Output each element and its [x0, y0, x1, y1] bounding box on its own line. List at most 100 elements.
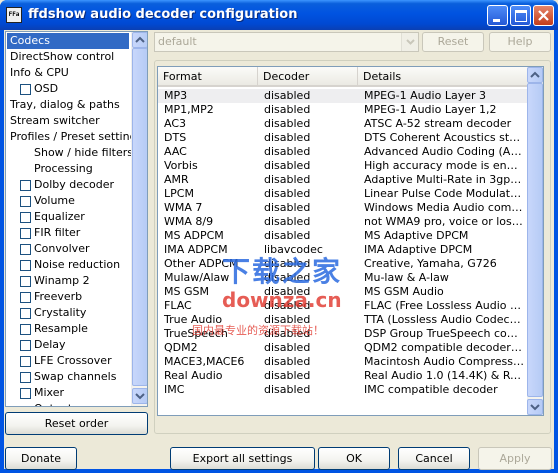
tree-item[interactable]: Stream switcher [10, 113, 100, 129]
preset-dropdown-button[interactable] [401, 33, 418, 51]
table-row[interactable]: Mulaw/Alaw disabled Mu-law & A-law [158, 271, 527, 285]
tree-checkbox[interactable] [20, 244, 31, 255]
codecs-list[interactable]: Format Decoder Details MP3 disabled MPEG-1… [157, 66, 528, 416]
tree-item[interactable]: FIR filter [34, 225, 80, 241]
tree-item[interactable]: Crystality [34, 305, 86, 321]
tree-checkbox[interactable] [20, 212, 31, 223]
tree-item[interactable]: Swap channels [34, 369, 116, 385]
row-decoder-cell: disabled [264, 215, 311, 228]
reset-order-button[interactable]: Reset order [5, 412, 148, 435]
tree-item[interactable]: Noise reduction [34, 257, 120, 273]
tree-checkbox[interactable] [20, 260, 31, 271]
title-bar[interactable]: FFa ffdshow audio decoder configuration [0, 0, 558, 30]
table-row[interactable]: AAC disabled Advanced Audio Coding (AAC) [158, 145, 527, 159]
table-row[interactable]: MS GSM disabled MS GSM Audio [158, 285, 527, 299]
codecs-scrollbar[interactable] [527, 66, 544, 416]
export-settings-button[interactable]: Export all settings [170, 447, 315, 470]
tree-checkbox[interactable] [20, 196, 31, 207]
table-row[interactable]: Real Audio disabled Real Audio 1.0 (14.4K)… [158, 369, 527, 383]
row-details-cell: MPEG-1 Audio Layer 3 [364, 89, 486, 102]
tree-checkbox[interactable] [20, 276, 31, 287]
window-title: ffdshow audio decoder configuration [28, 7, 298, 22]
settings-tree[interactable]: Codecs DirectShow control Info & CPU OSD Tra… [5, 31, 148, 407]
table-row[interactable]: IMA ADPCM libavcodec IMA Adaptive DPCM [158, 243, 527, 257]
cancel-button[interactable]: Cancel [398, 447, 470, 470]
maximize-button[interactable] [510, 5, 531, 26]
table-row[interactable]: MP1,MP2 disabled MPEG-1 Audio Layer 1,2 [158, 103, 527, 117]
tree-scroll-down-button[interactable] [132, 388, 147, 404]
tree-scrollbar[interactable] [131, 32, 147, 406]
table-row[interactable]: Other ADPCM disabled Creative, Yamaha, G72… [158, 257, 527, 271]
codecs-scroll-down-button[interactable] [527, 399, 543, 415]
table-row[interactable]: IMC disabled IMC compatible decoder [158, 383, 527, 397]
tree-item[interactable]: Winamp 2 [34, 273, 90, 289]
table-row[interactable]: WMA 7 disabled Windows Media Audio compati… [158, 201, 527, 215]
row-format-cell: MS ADPCM [164, 229, 224, 242]
tree-item[interactable]: Freeverb [34, 289, 82, 305]
ok-button[interactable]: OK [318, 447, 390, 470]
tree-item[interactable]: OSD [34, 81, 58, 97]
tree-checkbox[interactable] [20, 180, 31, 191]
column-header-format[interactable]: Format [158, 67, 258, 85]
tree-checkbox[interactable] [20, 356, 31, 367]
row-format-cell: MP1,MP2 [164, 103, 214, 116]
codecs-scroll-up-button[interactable] [527, 67, 543, 83]
tree-item[interactable]: Tray, dialog & paths [10, 97, 120, 113]
row-decoder-cell: disabled [264, 327, 311, 340]
maximize-icon [515, 10, 527, 22]
row-format-cell: DTS [164, 131, 187, 144]
reset-button[interactable]: Reset [422, 32, 484, 52]
row-decoder-cell: disabled [264, 145, 311, 158]
minimize-button[interactable] [487, 5, 508, 26]
apply-button[interactable]: Apply [478, 447, 552, 470]
tree-item[interactable]: Delay [34, 337, 66, 353]
table-row[interactable]: DTS disabled DTS Coherent Acoustics strea.… [158, 131, 527, 145]
tree-item[interactable]: Codecs [7, 33, 129, 49]
tree-item[interactable]: Profiles / Preset settings [10, 129, 131, 145]
tree-item[interactable]: Equalizer [34, 209, 85, 225]
table-row[interactable]: AMR disabled Adaptive Multi-Rate in 3gp fi… [158, 173, 527, 187]
table-row[interactable]: True Audio disabled TTA (Lossless Audio Co… [158, 313, 527, 327]
row-decoder-cell: disabled [264, 103, 311, 116]
table-row[interactable]: MACE3,MACE6 disabled Macintosh Audio Compr… [158, 355, 527, 369]
tree-item[interactable]: Resample [34, 321, 88, 337]
table-row[interactable]: TrueSpeech disabled DSP Group TrueSpeech c… [158, 327, 527, 341]
tree-scroll-up-button[interactable] [132, 32, 147, 48]
table-row[interactable]: MP3 disabled MPEG-1 Audio Layer 3 [158, 89, 527, 103]
tree-checkbox[interactable] [20, 228, 31, 239]
tree-item[interactable]: Show / hide filters [34, 145, 131, 161]
table-row[interactable]: AC3 disabled ATSC A-52 stream decoder [158, 117, 527, 131]
column-header-details[interactable]: Details [358, 67, 527, 85]
tree-checkbox[interactable] [20, 388, 31, 399]
row-decoder-cell: disabled [264, 201, 311, 214]
tree-checkbox[interactable] [20, 292, 31, 303]
table-row[interactable]: FLAC disabled FLAC (Free Lossless Audio Co… [158, 299, 527, 313]
table-row[interactable]: Vorbis disabled High accuracy mode is enab… [158, 159, 527, 173]
table-row[interactable]: LPCM disabled Linear Pulse Code Modulation [158, 187, 527, 201]
tree-item[interactable]: LFE Crossover [34, 353, 112, 369]
tree-item[interactable]: Output [34, 401, 72, 406]
tree-checkbox[interactable] [20, 372, 31, 383]
help-button[interactable]: Help [489, 32, 551, 52]
close-button[interactable] [533, 5, 554, 26]
tree-item[interactable]: Convolver [34, 241, 89, 257]
tree-checkbox[interactable] [20, 340, 31, 351]
tree-item[interactable]: DirectShow control [10, 49, 114, 65]
codecs-scroll-thumb[interactable] [527, 83, 543, 397]
table-row[interactable]: WMA 8/9 disabled not WMA9 pro, voice or lo… [158, 215, 527, 229]
tree-item[interactable]: Volume [34, 193, 75, 209]
tree-item[interactable]: Mixer [34, 385, 64, 401]
column-header-decoder[interactable]: Decoder [258, 67, 358, 85]
tree-checkbox[interactable] [20, 308, 31, 319]
row-details-cell: DSP Group TrueSpeech comp... [364, 327, 524, 340]
tree-checkbox[interactable] [20, 324, 31, 335]
tree-item[interactable]: Dolby decoder [34, 177, 114, 193]
table-row[interactable]: QDM2 disabled QDM2 compatible decoder (in.… [158, 341, 527, 355]
donate-button[interactable]: Donate [5, 447, 77, 470]
tree-item[interactable]: Info & CPU [10, 65, 69, 81]
tree-checkbox[interactable] [20, 84, 31, 95]
table-row[interactable]: MS ADPCM disabled MS Adaptive DPCM [158, 229, 527, 243]
tree-item[interactable]: Processing [34, 161, 93, 177]
preset-combo[interactable]: default [154, 32, 419, 52]
tree-scroll-thumb[interactable] [132, 48, 147, 386]
